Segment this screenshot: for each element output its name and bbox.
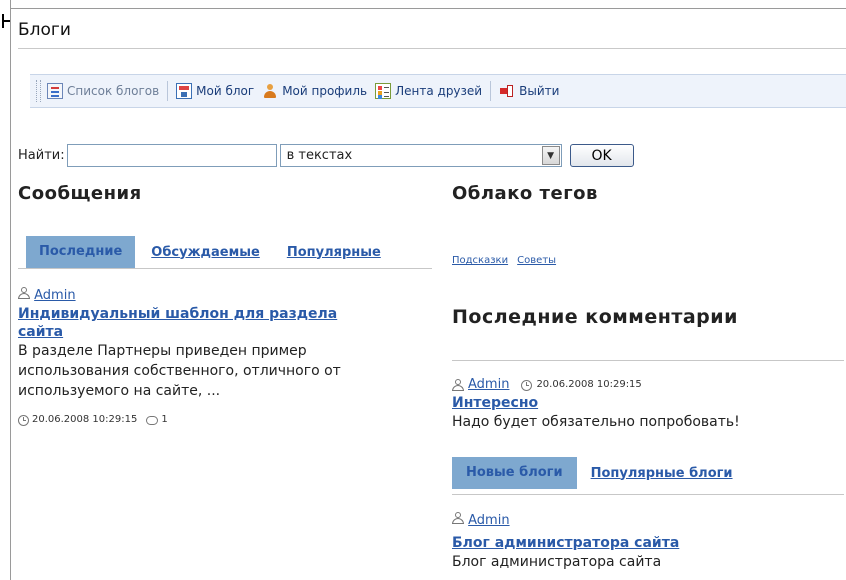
comment-text: Надо будет обязательно попробовать! <box>452 414 740 430</box>
toolbar-my-blog-button[interactable]: Мой блог <box>176 83 254 99</box>
search-bar: Найти: в текстах ▼ OK <box>18 144 634 167</box>
blog-title-link[interactable]: Блог администратора сайта <box>452 534 844 552</box>
blog-author-link[interactable]: Admin <box>468 513 509 528</box>
page-title: Блоги <box>18 20 71 40</box>
toolbar-blog-list-label: Список блогов <box>67 84 160 98</box>
comment-icon <box>146 415 159 425</box>
messages-tabs-divider <box>18 268 432 269</box>
clock-icon <box>18 414 29 426</box>
toolbar-logout-button[interactable]: Выйти <box>499 83 559 99</box>
chevron-down-icon[interactable]: ▼ <box>541 146 560 165</box>
post-title-link-line2[interactable]: сайта <box>18 323 438 341</box>
my-blog-icon <box>176 83 193 99</box>
tab-latest[interactable]: Последние <box>26 236 136 268</box>
blog-description: Блог администратора сайта <box>452 554 662 570</box>
toolbar-my-profile-button[interactable]: Мой профиль <box>262 83 367 99</box>
profile-icon <box>262 83 278 99</box>
tag-link[interactable]: Советы <box>517 255 556 266</box>
user-icon <box>18 287 30 300</box>
toolbar-blog-list-button[interactable]: Список блогов <box>47 83 159 99</box>
user-icon <box>452 512 464 525</box>
tag-link[interactable]: Подсказки <box>452 255 508 266</box>
post-comment-count: 1 <box>161 414 168 425</box>
post-meta: 20.06.2008 10:29:15 1 <box>18 411 438 429</box>
search-submit-button[interactable]: OK <box>569 144 634 167</box>
comment-author-link[interactable]: Admin <box>468 376 509 394</box>
toolbar-grip[interactable] <box>36 80 41 102</box>
blogs-tabs: Новые блоги Популярные блоги <box>452 457 733 489</box>
last-comment-item: Admin 20.06.2008 10:29:15 Интересно Надо… <box>452 376 844 432</box>
toolbar-logout-label: Выйти <box>519 84 560 98</box>
search-scope-value: в текстах <box>286 148 353 163</box>
tag-cloud: Подсказки Советы <box>452 248 560 267</box>
title-divider <box>18 48 846 49</box>
post-date: 20.06.2008 10:29:15 <box>32 414 138 425</box>
tab-new-blogs[interactable]: Новые блоги <box>452 457 577 489</box>
logout-icon <box>499 83 515 99</box>
search-input[interactable] <box>66 144 277 167</box>
messages-tabs: Последние Обсуждаемые Популярные <box>26 236 381 268</box>
clock-icon <box>521 379 533 391</box>
toolbar-friends-feed-button[interactable]: Лента друзей <box>375 83 482 99</box>
user-icon <box>452 378 464 392</box>
tab-popular[interactable]: Популярные <box>287 245 381 260</box>
comment-date: 20.06.2008 10:29:15 <box>536 379 642 390</box>
tab-discussed[interactable]: Обсуждаемые <box>151 245 260 260</box>
post-excerpt-line: В разделе Партнеры приведен пример <box>18 343 307 359</box>
comment-title-link[interactable]: Интересно <box>452 394 844 412</box>
tag-cloud-heading: Облако тегов <box>452 183 598 204</box>
left-frame-border <box>10 0 11 580</box>
top-frame-border <box>10 8 846 9</box>
toolbar-my-profile-label: Мой профиль <box>282 84 368 98</box>
post-excerpt-line: использования собственного, отличного от <box>18 363 341 379</box>
blog-list-icon <box>47 83 63 99</box>
tab-popular-blogs[interactable]: Популярные блоги <box>591 466 733 481</box>
new-blog-item: Admin Блог администратора сайта Блог адм… <box>452 512 844 572</box>
latest-post: Admin Индивидуальный шаблон для раздела … <box>18 287 438 429</box>
toolbar-separator <box>167 81 169 101</box>
last-comments-divider <box>452 360 844 361</box>
blog-toolbar: Список блогов Мой блог Мой профиль Лента… <box>30 74 846 108</box>
resize-corner-mark <box>0 14 10 28</box>
last-comments-heading: Последние комментарии <box>452 306 738 328</box>
friends-feed-icon <box>375 83 392 99</box>
post-author-link[interactable]: Admin <box>34 288 75 303</box>
toolbar-separator <box>490 81 492 101</box>
toolbar-friends-feed-label: Лента друзей <box>395 84 483 98</box>
post-title-link-line1[interactable]: Индивидуальный шаблон для раздела <box>18 305 438 323</box>
post-excerpt-line: используемого на сайте, ... <box>18 383 221 399</box>
search-label: Найти: <box>18 148 65 163</box>
blogs-tabs-divider <box>452 494 844 495</box>
messages-heading: Сообщения <box>18 183 142 204</box>
search-scope-select[interactable]: в текстах ▼ <box>279 144 562 167</box>
toolbar-my-blog-label: Мой блог <box>196 84 255 98</box>
